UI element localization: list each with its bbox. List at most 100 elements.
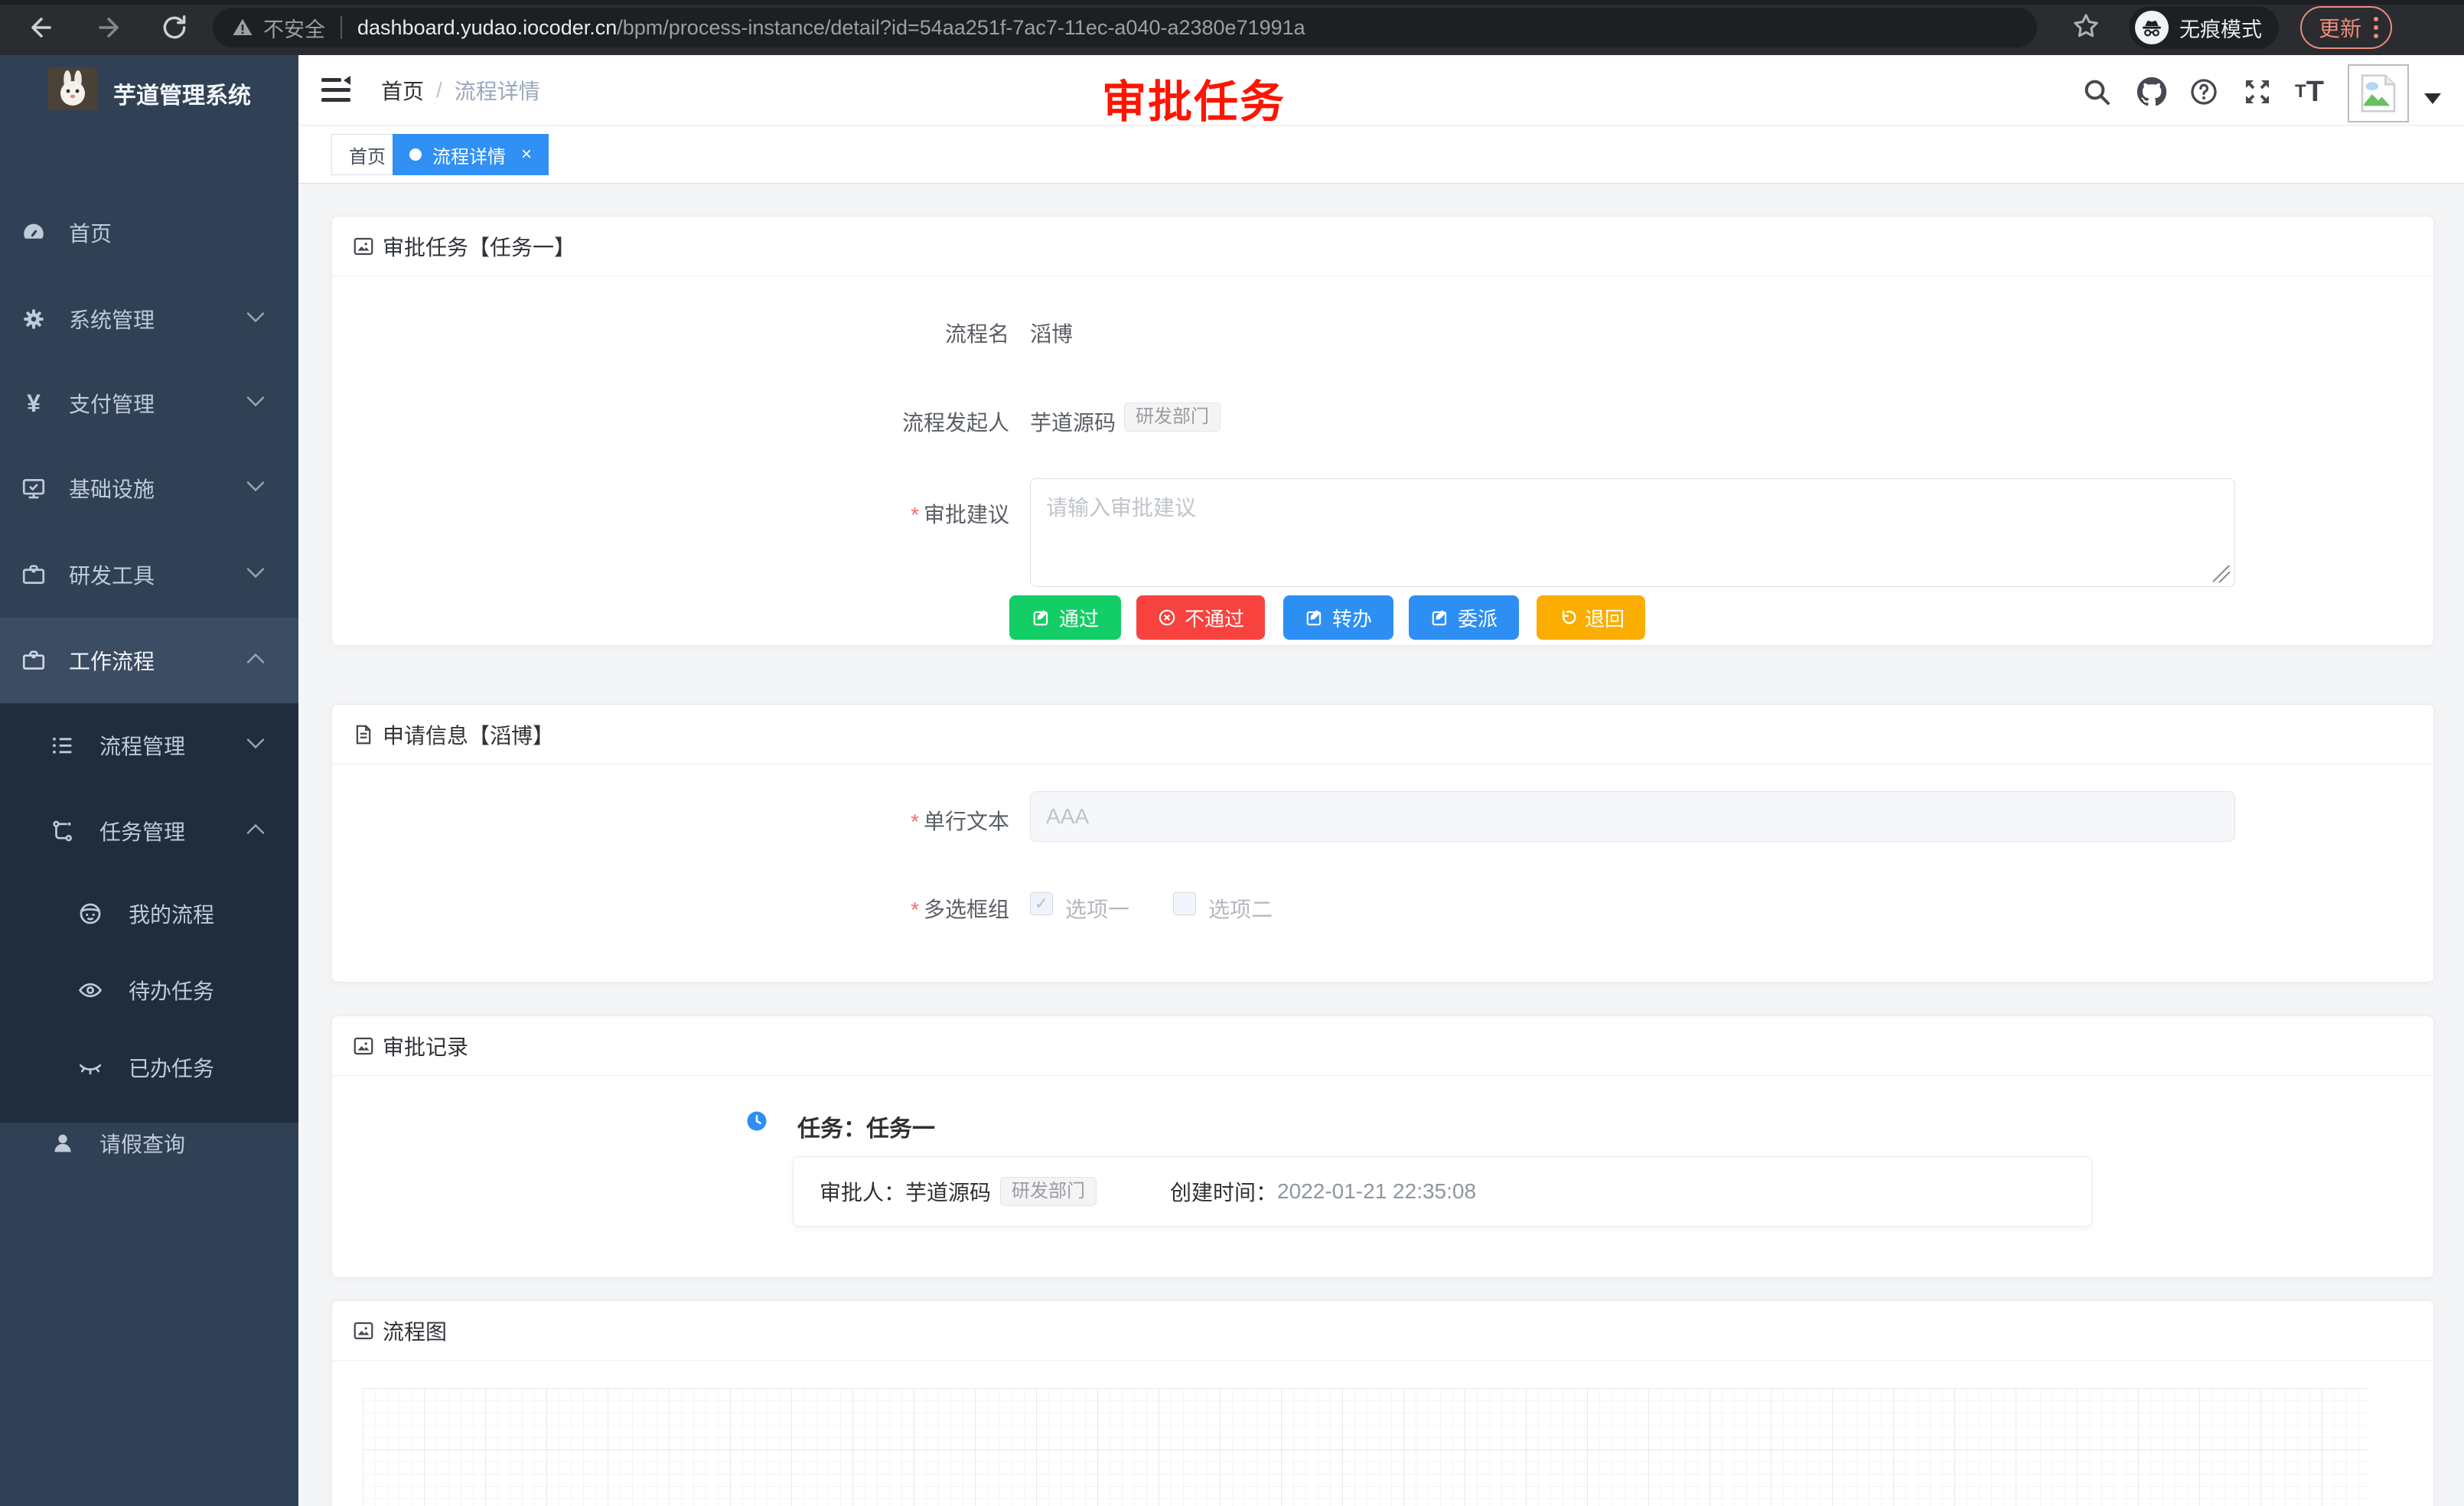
assignee-dept-tag: 研发部门 <box>1000 1177 1097 1206</box>
incognito-icon <box>2135 11 2169 44</box>
approval-task-card: 审批任务【任务一】 流程名 滔博 流程发起人 芋道源码 研发部门 *审批建议 通… <box>331 216 2434 646</box>
tab-process-detail[interactable]: 流程详情 × <box>393 134 549 175</box>
browser-forward-icon[interactable] <box>92 11 125 44</box>
sidebar-item-done-tasks[interactable]: 已办任务 <box>0 1032 298 1103</box>
sidebar-item-label: 任务管理 <box>99 816 185 846</box>
breadcrumb: 首页 / 流程详情 <box>381 55 540 126</box>
chevron-down-icon <box>246 481 265 496</box>
chevron-down-icon <box>246 396 265 411</box>
monitor-icon <box>20 474 47 502</box>
avatar[interactable] <box>2348 64 2409 122</box>
single-line-text-input <box>1030 791 2235 842</box>
search-icon[interactable] <box>2080 75 2114 109</box>
checkbox-group-label: *多选框组 <box>332 893 1009 924</box>
card-title: 审批记录 <box>383 1031 468 1061</box>
card-header: 流程图 <box>332 1301 2433 1361</box>
chevron-down-icon <box>246 312 265 327</box>
app-header: 首页 / 流程详情 审批任务 TT <box>298 55 2464 126</box>
edit-icon <box>1305 608 1325 628</box>
sidebar-item-my-process[interactable]: 我的流程 <box>0 878 298 949</box>
picture-icon <box>352 235 375 258</box>
checkbox-option2 <box>1173 892 1196 915</box>
record-detail-box: 审批人： 芋道源码 研发部门 创建时间： 2022-01-21 22:35:08 <box>793 1156 2092 1227</box>
assignee-label: 审批人： <box>820 1176 905 1207</box>
browser-menu-icon[interactable] <box>2374 17 2378 38</box>
process-name-value: 滔博 <box>1030 318 1073 348</box>
chevron-up-icon <box>246 654 265 668</box>
incognito-label: 无痕模式 <box>2179 13 2262 43</box>
record-task-label: 任务：任务一 <box>797 1110 935 1143</box>
delegate-button[interactable]: 委派 <box>1409 595 1519 640</box>
github-icon[interactable] <box>2135 75 2169 109</box>
incognito-badge: 无痕模式 <box>2129 6 2279 49</box>
card-title: 申请信息【滔博】 <box>383 719 554 750</box>
breadcrumb-home[interactable]: 首页 <box>381 75 424 106</box>
sidebar-item-home[interactable]: 首页 <box>0 197 298 268</box>
assignee-value: 芋道源码 <box>905 1176 991 1207</box>
browser-reload-icon[interactable] <box>158 11 191 44</box>
sidebar-toggle-icon[interactable] <box>320 75 352 106</box>
browser-toolbar: 不安全 dashboard.yudao.iocoder.cn/bpm/proce… <box>0 0 2464 55</box>
bpmn-canvas[interactable] <box>363 1388 2368 1506</box>
approval-record-card: 审批记录 任务：任务一 审批人： 芋道源码 研发部门 创建时间： 2022-01… <box>331 1015 2434 1278</box>
browser-update-button[interactable]: 更新 <box>2300 6 2392 49</box>
sidebar-item-infrastructure[interactable]: 基础设施 <box>0 453 298 523</box>
bookmark-star-icon[interactable] <box>2071 11 2101 45</box>
sidebar-logo-row[interactable]: 芋道管理系统 <box>0 55 298 147</box>
broken-image-icon <box>2357 72 2400 115</box>
sidebar-item-workflow[interactable]: 工作流程 <box>0 618 298 703</box>
user-icon <box>49 1130 77 1157</box>
sidebar-item-system[interactable]: 系统管理 <box>0 284 298 354</box>
request-info-card: 申请信息【滔博】 *单行文本 *多选框组 ✓ 选项一 选项二 <box>331 704 2434 983</box>
sidebar-item-label: 支付管理 <box>69 388 155 419</box>
sidebar-item-label: 待办任务 <box>129 975 214 1006</box>
sidebar-item-todo-tasks[interactable]: 待办任务 <box>0 955 298 1025</box>
edit-icon <box>1430 608 1450 628</box>
gear-icon <box>20 305 47 333</box>
suggestion-textarea[interactable] <box>1030 478 2235 587</box>
created-time-label: 创建时间： <box>1170 1176 1277 1207</box>
avatar-dropdown-caret[interactable] <box>2424 93 2441 104</box>
card-header: 申请信息【滔博】 <box>332 705 2433 764</box>
sidebar-item-process-mgmt[interactable]: 流程管理 <box>0 710 298 781</box>
flow-icon <box>49 817 77 845</box>
initiator-dept-tag: 研发部门 <box>1124 403 1221 432</box>
return-button[interactable]: 退回 <box>1537 595 1645 640</box>
process-name-label: 流程名 <box>332 318 1009 348</box>
card-header: 审批记录 <box>332 1016 2433 1076</box>
url-text: dashboard.yudao.iocoder.cn/bpm/process-i… <box>357 16 1305 40</box>
toolbox-icon <box>20 561 47 588</box>
url-bar[interactable]: 不安全 dashboard.yudao.iocoder.cn/bpm/proce… <box>213 8 2037 47</box>
sidebar-item-label: 工作流程 <box>69 645 155 676</box>
process-diagram-card: 流程图 <box>331 1300 2434 1506</box>
update-label: 更新 <box>2319 12 2361 43</box>
browser-back-icon[interactable] <box>24 11 58 44</box>
sidebar-item-label: 系统管理 <box>69 304 155 334</box>
undo-icon <box>1557 608 1577 628</box>
card-title: 审批任务【任务一】 <box>383 231 575 262</box>
created-time-value: 2022-01-21 22:35:08 <box>1277 1179 1476 1204</box>
sidebar: 芋道管理系统 首页 系统管理 ¥ 支付管理 基础设施 研发工具 <box>0 55 298 1506</box>
active-tab-dot <box>409 148 422 161</box>
checkbox-option1: ✓ <box>1030 892 1053 915</box>
tab-close-icon[interactable]: × <box>521 144 532 165</box>
card-header: 审批任务【任务一】 <box>332 217 2433 276</box>
fullscreen-icon[interactable] <box>2241 75 2274 109</box>
picture-icon <box>352 1319 375 1342</box>
document-icon <box>352 723 375 746</box>
breadcrumb-separator: / <box>436 78 442 103</box>
help-icon[interactable] <box>2187 75 2221 109</box>
approve-button[interactable]: 通过 <box>1009 595 1121 640</box>
reject-button[interactable]: 不通过 <box>1136 595 1265 640</box>
sidebar-item-leave-query[interactable]: 请假查询 <box>0 1108 298 1178</box>
sidebar-item-task-mgmt[interactable]: 任务管理 <box>0 796 298 866</box>
transfer-button[interactable]: 转办 <box>1283 595 1393 640</box>
sidebar-item-label: 基础设施 <box>69 473 155 504</box>
checkbox-option1-label: 选项一 <box>1065 893 1129 924</box>
sidebar-item-payment[interactable]: ¥ 支付管理 <box>0 368 298 438</box>
tab-label: 流程详情 <box>432 142 506 168</box>
font-size-icon[interactable]: TT <box>2293 75 2326 109</box>
checkbox-option2-label: 选项二 <box>1208 893 1273 924</box>
sidebar-item-devtools[interactable]: 研发工具 <box>0 539 298 610</box>
sidebar-item-label: 已办任务 <box>129 1052 214 1083</box>
